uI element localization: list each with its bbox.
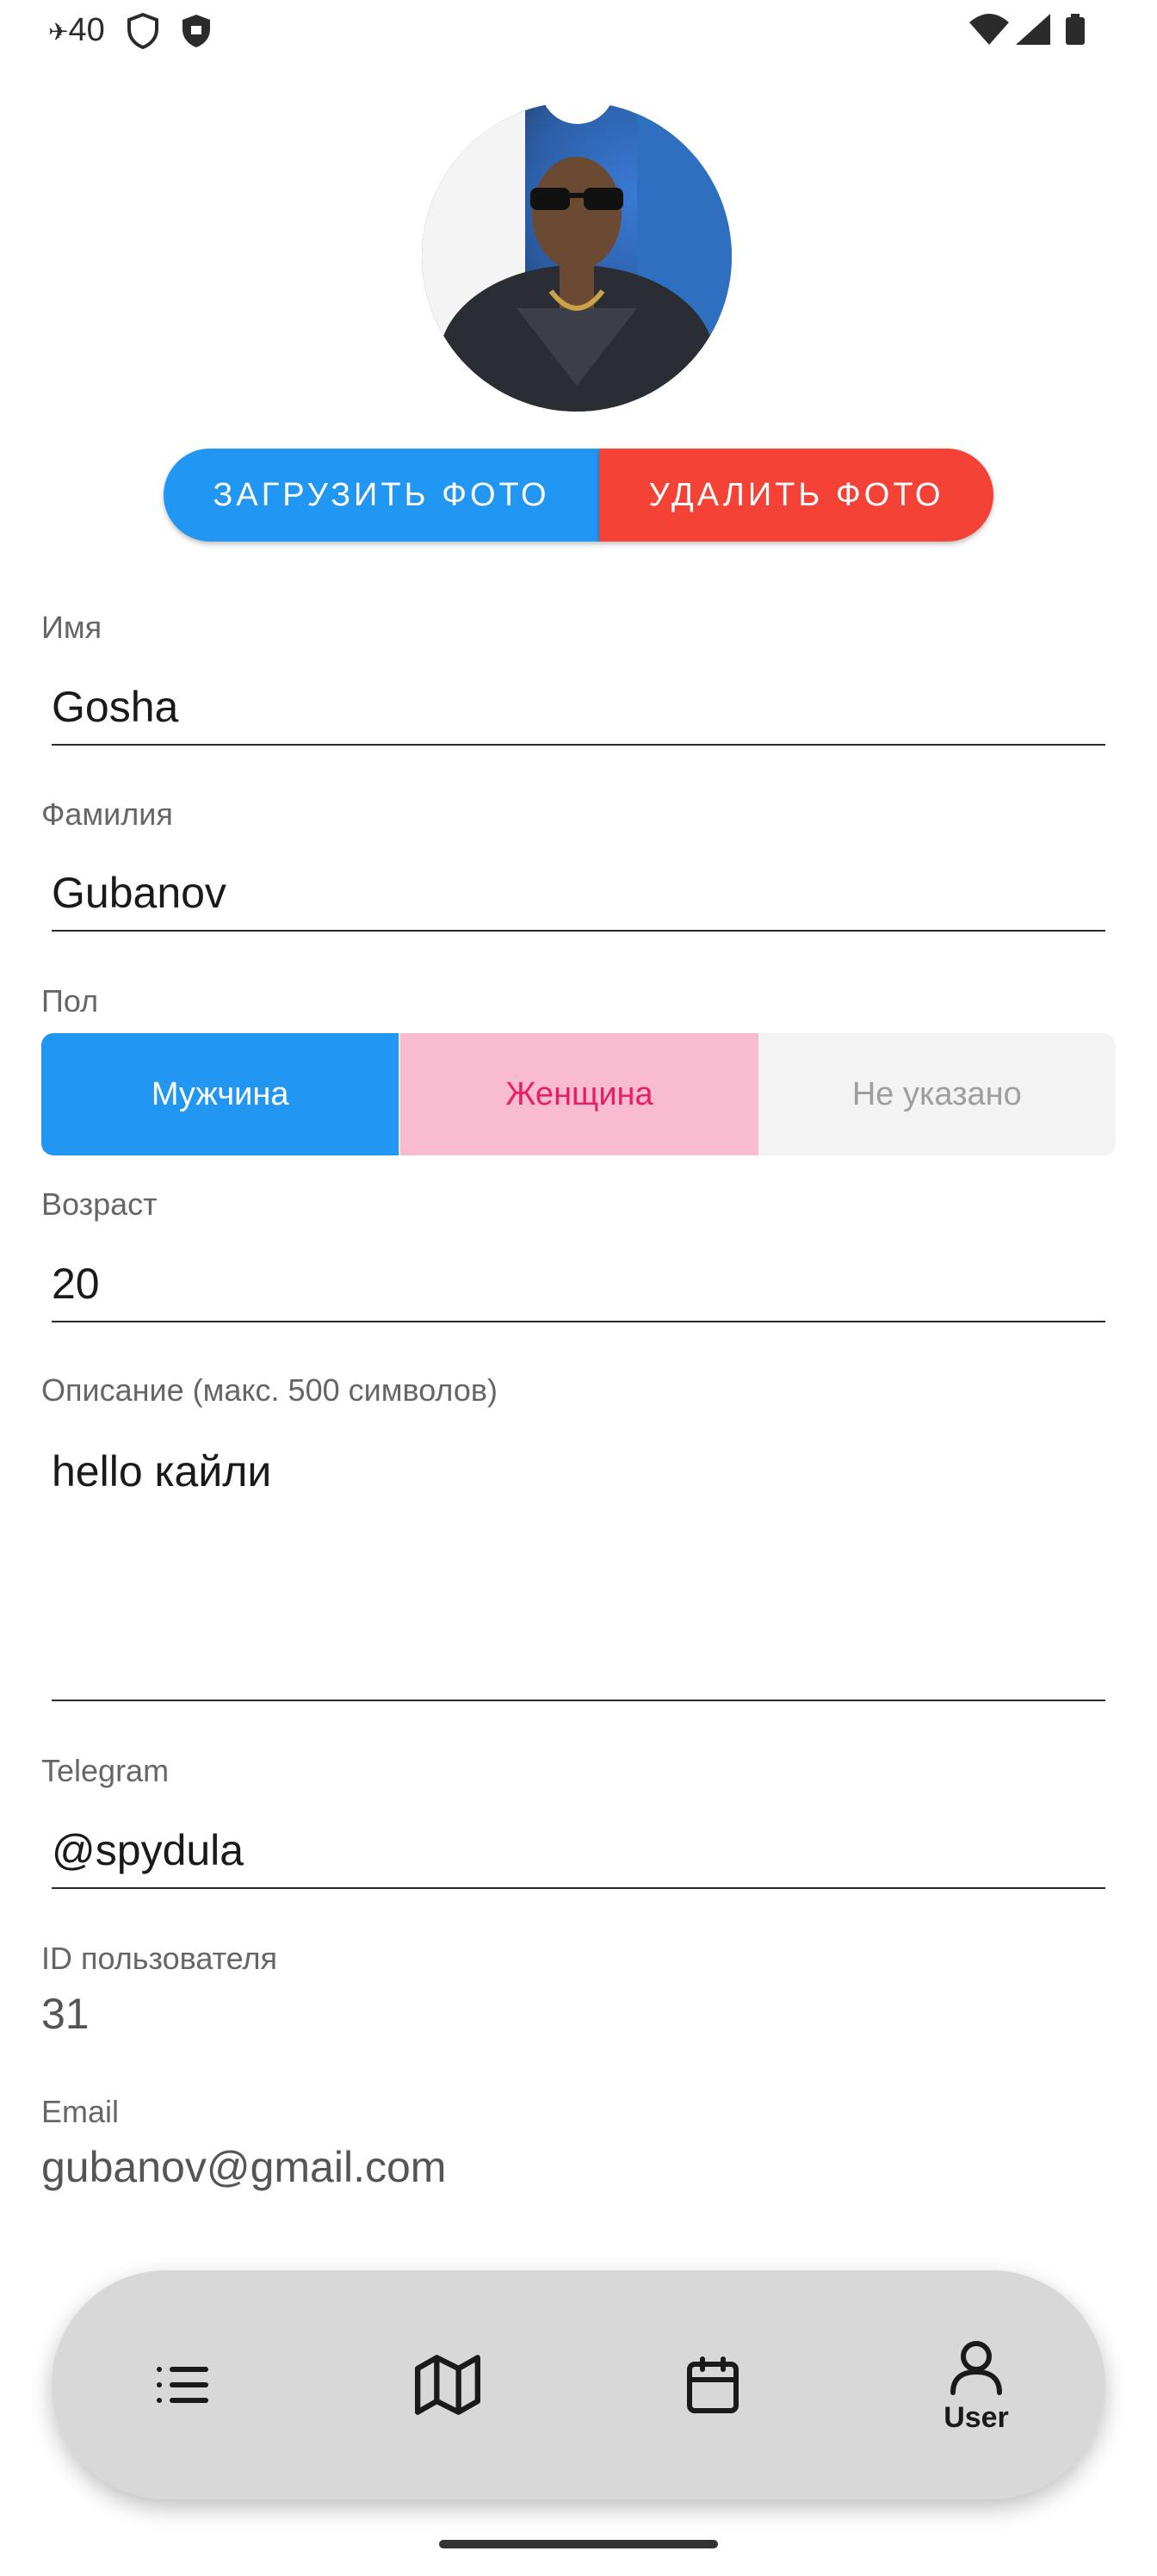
profile-avatar[interactable] xyxy=(422,102,732,412)
user-id-value: 31 xyxy=(41,1990,90,2038)
telegram-label: Telegram xyxy=(41,1753,170,1788)
email-label: Email xyxy=(41,2094,120,2129)
status-time: ✈40 xyxy=(48,12,105,48)
age-label: Возраст xyxy=(41,1186,158,1222)
email-value: gubanov@gmail.com xyxy=(41,2143,447,2191)
calendar-icon xyxy=(687,2356,739,2413)
description-textarea[interactable]: hello кайли xyxy=(52,1446,271,1496)
last-name-label: Фамилия xyxy=(41,796,173,832)
gender-label: Пол xyxy=(41,983,99,1019)
gender-option-male[interactable]: Мужчина xyxy=(41,1033,399,1155)
nav-label-user: User xyxy=(944,2400,1009,2434)
map-icon xyxy=(415,2355,480,2415)
delete-photo-button[interactable]: УДАЛИТЬ ФОТО xyxy=(599,449,993,542)
first-name-underline xyxy=(52,744,1105,746)
description-label: Описание (макс. 500 символов) xyxy=(41,1372,498,1408)
avatar-photo xyxy=(422,102,732,412)
first-name-input[interactable]: Gosha xyxy=(52,682,178,732)
telegram-underline xyxy=(52,1887,1105,1889)
nav-item-calendar[interactable] xyxy=(627,2290,799,2480)
nav-item-list[interactable] xyxy=(96,2290,269,2480)
age-input[interactable]: 20 xyxy=(52,1259,100,1309)
telegram-input[interactable]: @spydula xyxy=(52,1825,244,1875)
nav-item-map[interactable] xyxy=(362,2290,534,2480)
first-name-label: Имя xyxy=(41,610,102,645)
age-underline xyxy=(52,1321,1105,1322)
home-indicator[interactable] xyxy=(439,2540,718,2548)
gender-segmented-control: Мужчина Женщина Не указано xyxy=(41,1033,1116,1155)
signal-icon xyxy=(1016,14,1050,45)
last-name-input[interactable]: Gubanov xyxy=(52,868,226,918)
gender-option-unspecified[interactable]: Не указано xyxy=(758,1033,1116,1155)
security-icon xyxy=(183,15,210,47)
shield-icon xyxy=(127,12,158,50)
last-name-underline xyxy=(52,930,1105,932)
upload-photo-button[interactable]: ЗАГРУЗИТЬ ФОТО xyxy=(164,449,599,542)
wifi-icon xyxy=(969,14,1009,45)
description-underline xyxy=(52,1700,1105,1701)
user-icon xyxy=(950,2340,1002,2395)
user-id-label: ID пользователя xyxy=(41,1941,277,1976)
gender-option-female[interactable]: Женщина xyxy=(399,1033,758,1155)
list-icon xyxy=(157,2367,208,2403)
battery-icon xyxy=(1066,14,1085,45)
nav-item-user[interactable]: User xyxy=(890,2290,1062,2480)
